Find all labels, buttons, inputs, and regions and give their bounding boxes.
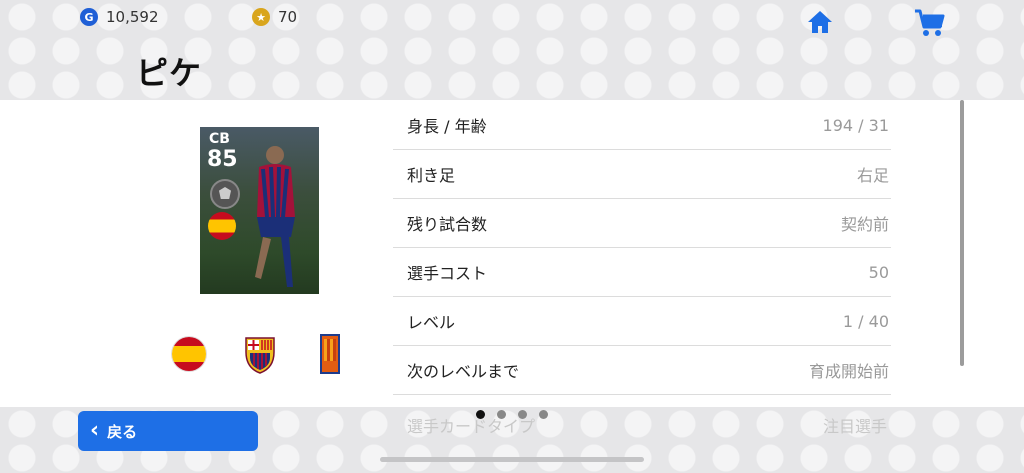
chevron-left-icon: ‹ [90, 418, 100, 443]
player-info-list: 身長 / 年齢 194 / 31 利き足 右足 残り試合数 契約前 選手コスト … [393, 101, 891, 395]
info-label: 選手コスト [407, 264, 488, 283]
info-value: 育成開始前 [808, 362, 889, 381]
info-value: 注目選手 [822, 417, 887, 436]
info-label: レベル [407, 313, 456, 332]
league-badge-icon [320, 334, 340, 374]
cart-icon[interactable] [914, 8, 946, 38]
scrollbar[interactable] [960, 100, 964, 366]
back-label: 戻る [107, 422, 138, 441]
info-row-matches-left: 残り試合数 契約前 [393, 199, 891, 248]
page-dot[interactable] [518, 410, 527, 419]
gp-coin-icon: G [80, 8, 98, 26]
gp-value: 10,592 [106, 8, 159, 26]
nationality-flag-icon [172, 337, 206, 371]
info-value: 右足 [856, 166, 889, 185]
coin-balance: ★ 70 [252, 8, 297, 26]
info-label: 身長 / 年齢 [407, 117, 487, 136]
page-dot[interactable] [497, 410, 506, 419]
club-crest-icon [245, 337, 275, 374]
info-row-level: レベル 1 / 40 [393, 297, 891, 346]
info-row-height-age: 身長 / 年齢 194 / 31 [393, 101, 891, 150]
info-row-cost: 選手コスト 50 [393, 248, 891, 297]
back-button[interactable]: ‹ 戻る [78, 411, 258, 451]
page-title: ピケ [136, 54, 203, 92]
card-overall: 85 [207, 147, 238, 172]
info-label: 残り試合数 [407, 215, 488, 234]
top-bar: G 10,592 ★ 70 ピケ [0, 0, 1024, 100]
info-value: 50 [868, 262, 889, 282]
star-coin-icon: ★ [252, 8, 270, 26]
page-dot[interactable] [476, 410, 485, 419]
card-type-icon [210, 179, 240, 209]
page-indicator [476, 410, 548, 419]
info-row-foot: 利き足 右足 [393, 150, 891, 199]
info-value: 契約前 [840, 215, 889, 234]
gp-balance: G 10,592 [80, 8, 159, 26]
player-card[interactable]: CB 85 [200, 127, 319, 294]
home-icon[interactable] [806, 8, 834, 36]
info-label: 利き足 [407, 166, 456, 185]
info-label: 次のレベルまで [407, 362, 520, 381]
info-value: 194 / 31 [822, 115, 889, 135]
card-position: CB [209, 131, 230, 147]
info-row-next-level: 次のレベルまで 育成開始前 [393, 346, 891, 395]
player-image [255, 146, 295, 287]
nationality-flag-icon [208, 212, 236, 240]
home-indicator[interactable] [380, 457, 644, 462]
info-value: 1 / 40 [842, 311, 889, 331]
page-dot[interactable] [539, 410, 548, 419]
coin-value: 70 [278, 8, 298, 26]
